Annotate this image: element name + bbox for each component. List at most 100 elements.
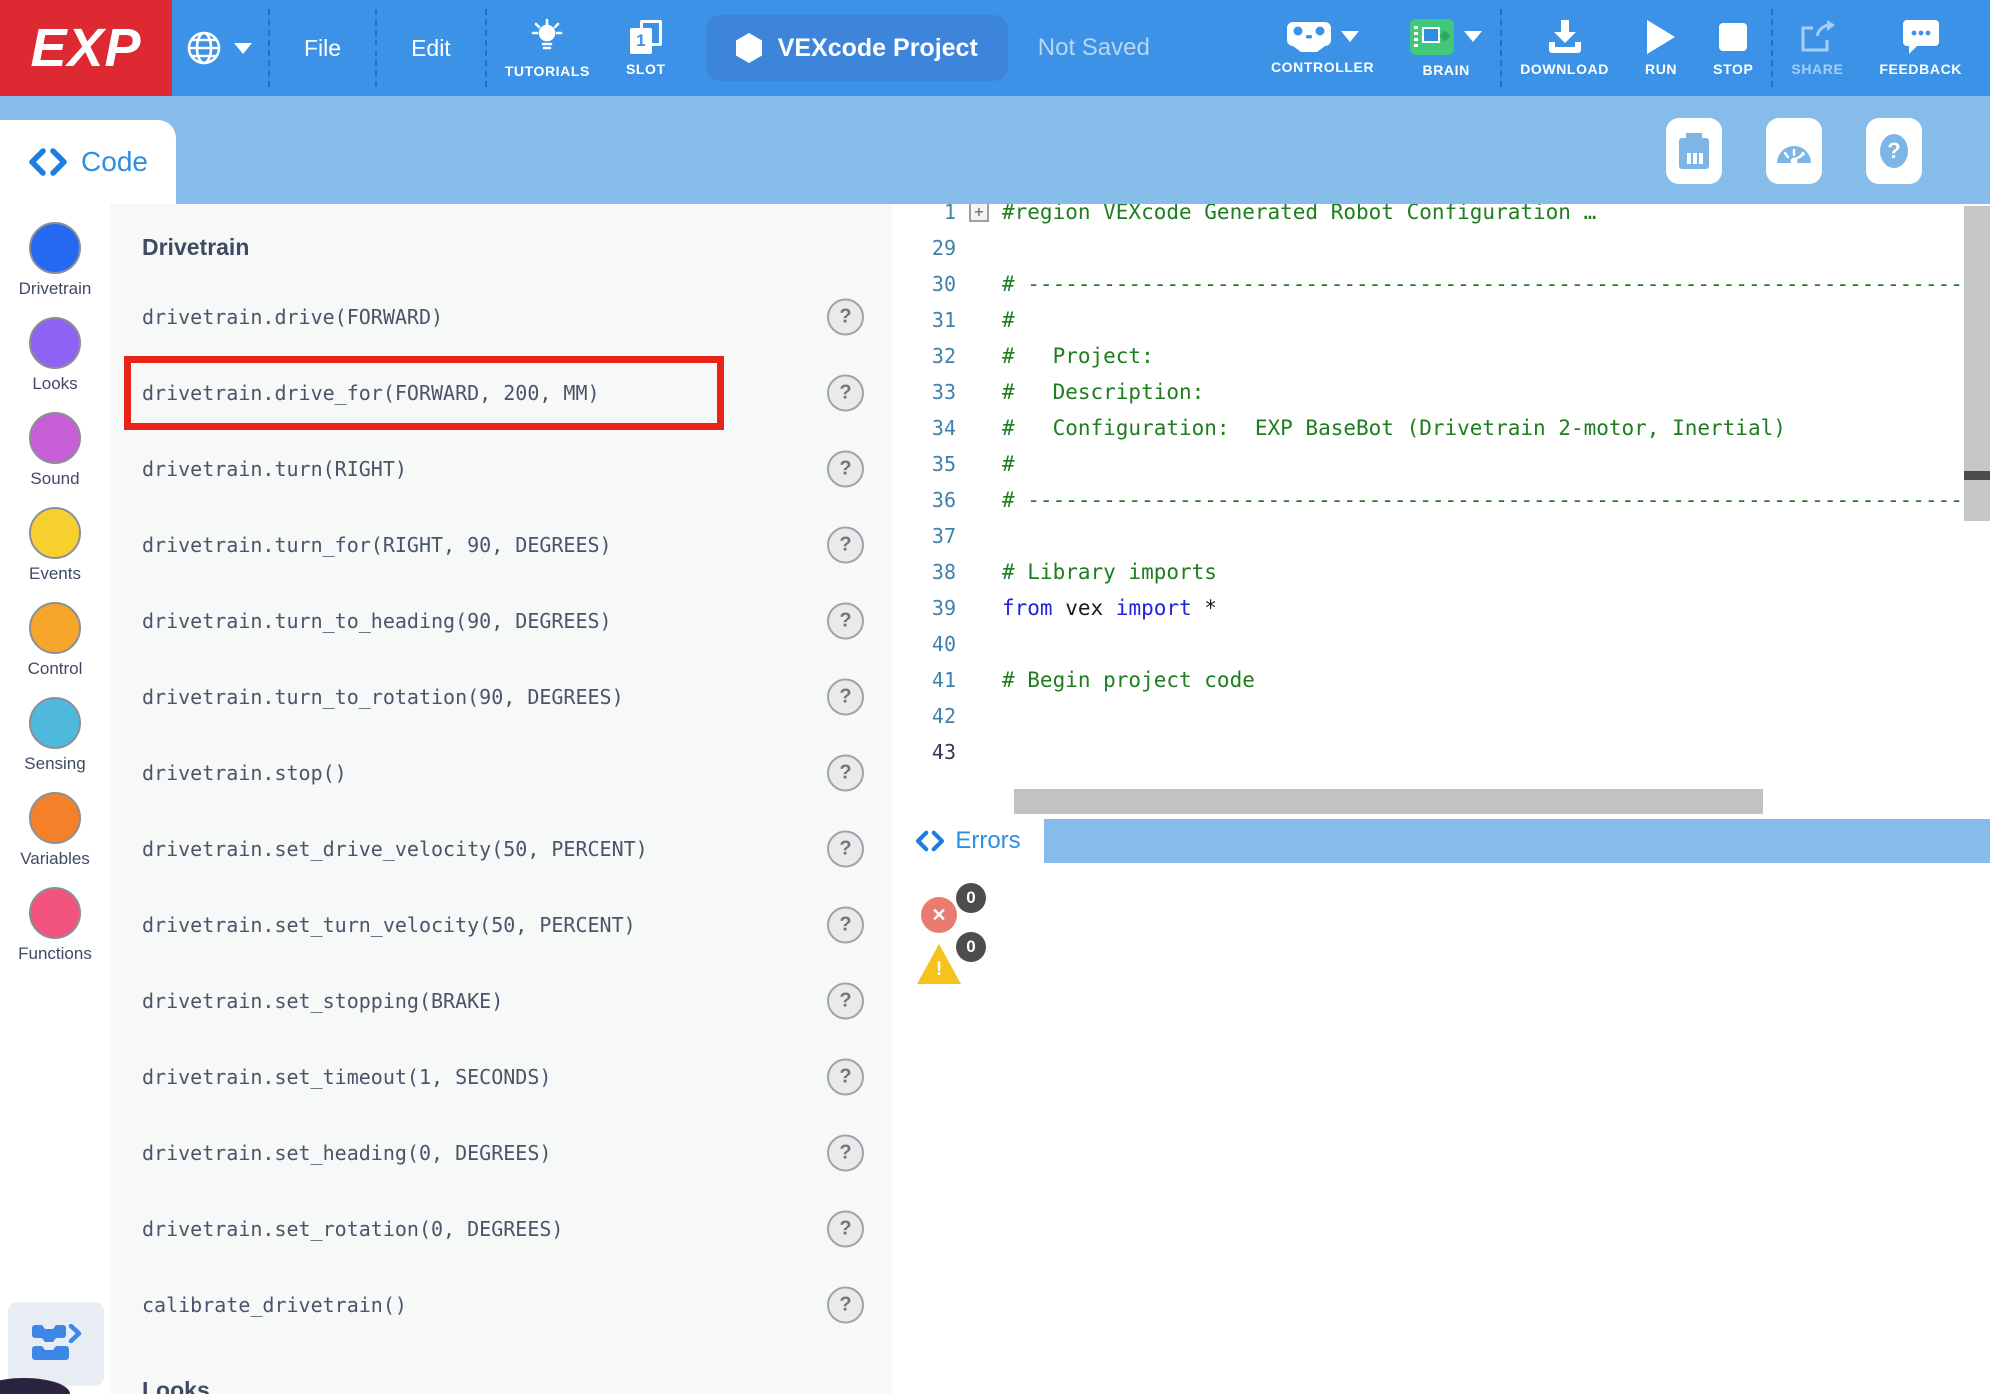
command-code[interactable]: calibrate_drivetrain() [142,1293,407,1317]
code-line[interactable]: 33 # Description: [892,374,1990,410]
category-circle[interactable] [29,887,81,939]
sidebar-item-sensing[interactable]: Sensing [24,697,85,774]
command-code[interactable]: drivetrain.turn(RIGHT) [142,457,407,481]
command-help-button[interactable]: ? [827,755,864,792]
vertical-scrollbar-thumb[interactable] [1964,471,1990,480]
command-help-button[interactable]: ? [827,679,864,716]
command-row[interactable]: drivetrain.set_heading(0, DEGREES) ? [110,1115,892,1191]
command-row[interactable]: drivetrain.turn_to_heading(90, DEGREES) … [110,583,892,659]
sidebar-item-functions[interactable]: Functions [18,887,92,964]
sidebar-item-looks[interactable]: Looks [29,317,81,394]
command-code[interactable]: drivetrain.drive(FORWARD) [142,305,443,329]
command-help-button[interactable]: ? [827,451,864,488]
horizontal-scrollbar[interactable] [1014,789,1763,814]
code-line[interactable]: 30 # -----------------------------------… [892,266,1990,302]
download-button[interactable]: DOWNLOAD [1502,0,1627,96]
category-circle[interactable] [29,222,81,274]
command-help-button[interactable]: ? [827,907,864,944]
category-circle[interactable] [29,697,81,749]
command-help-button[interactable]: ? [827,1211,864,1248]
code-editor[interactable]: 1 + #region VEXcode Generated Robot Conf… [892,204,1990,816]
command-code[interactable]: drivetrain.set_rotation(0, DEGREES) [142,1217,563,1241]
code-line[interactable]: 39 from vex import * [892,590,1990,626]
code-line[interactable]: 1 + #region VEXcode Generated Robot Conf… [892,204,1990,230]
category-circle[interactable] [29,317,81,369]
command-code[interactable]: drivetrain.drive_for(FORWARD, 200, MM) [142,381,600,405]
code-line[interactable]: 40 [892,626,1990,662]
command-help-button[interactable]: ? [827,527,864,564]
sidebar-item-control[interactable]: Control [28,602,83,679]
command-row[interactable]: drivetrain.set_stopping(BRAKE) ? [110,963,892,1039]
command-help-button[interactable]: ? [827,1059,864,1096]
command-row[interactable]: calibrate_drivetrain() ? [110,1267,892,1343]
tutorials-button[interactable]: TUTORIALS [487,0,608,96]
controller-button[interactable]: CONTROLLER [1253,0,1392,96]
command-code[interactable]: drivetrain.turn_for(RIGHT, 90, DEGREES) [142,533,612,557]
tab-errors[interactable]: Errors [892,819,1044,863]
command-row[interactable]: drivetrain.turn_for(RIGHT, 90, DEGREES) … [110,507,892,583]
command-help-button[interactable]: ? [827,375,864,412]
blocks-python-toggle-button[interactable] [8,1302,104,1386]
language-menu[interactable] [172,0,268,96]
code-line[interactable]: 32 # Project: [892,338,1990,374]
command-help-button[interactable]: ? [827,1135,864,1172]
stop-button[interactable]: STOP [1695,0,1771,96]
fold-icon[interactable]: + [969,204,989,222]
command-row[interactable]: drivetrain.stop() ? [110,735,892,811]
sidebar-item-events[interactable]: Events [29,507,81,584]
command-code[interactable]: drivetrain.set_drive_velocity(50, PERCEN… [142,837,648,861]
vertical-scrollbar[interactable] [1964,206,1990,521]
command-code[interactable]: drivetrain.stop() [142,761,347,785]
command-code[interactable]: drivetrain.set_stopping(BRAKE) [142,989,503,1013]
tab-code[interactable]: Code [0,120,176,204]
command-code[interactable]: drivetrain.set_heading(0, DEGREES) [142,1141,551,1165]
command-help-button[interactable]: ? [827,299,864,336]
edit-menu[interactable]: Edit [377,0,485,96]
code-line[interactable]: 35 # [892,446,1990,482]
run-button[interactable]: RUN [1627,0,1695,96]
code-line[interactable]: 38 # Library imports [892,554,1990,590]
slot-button[interactable]: 1 SLOT [608,0,684,96]
code-line[interactable]: 37 [892,518,1990,554]
category-circle[interactable] [29,507,81,559]
command-code[interactable]: drivetrain.turn_to_heading(90, DEGREES) [142,609,612,633]
share-button[interactable]: SHARE [1773,0,1861,96]
help-panel-button[interactable]: ? [1866,118,1922,184]
gutter-fold-slot [956,590,1002,626]
sidebar-item-variables[interactable]: Variables [20,792,90,869]
dashboard-gauge-button[interactable] [1766,118,1822,184]
command-row[interactable]: drivetrain.set_timeout(1, SECONDS) ? [110,1039,892,1115]
code-line[interactable]: 36 # -----------------------------------… [892,482,1990,518]
code-line[interactable]: 42 [892,698,1990,734]
command-help-button[interactable]: ? [827,983,864,1020]
command-help-button[interactable]: ? [827,831,864,868]
command-code[interactable]: drivetrain.set_timeout(1, SECONDS) [142,1065,551,1089]
command-code[interactable]: drivetrain.turn_to_rotation(90, DEGREES) [142,685,624,709]
sidebar-item-drivetrain[interactable]: Drivetrain [19,222,92,299]
file-menu[interactable]: File [270,0,375,96]
feedback-button[interactable]: FEEDBACK [1861,0,1980,96]
command-row[interactable]: drivetrain.turn(RIGHT) ? [110,431,892,507]
command-row[interactable]: drivetrain.turn_to_rotation(90, DEGREES)… [110,659,892,735]
code-line[interactable]: 43 [892,734,1990,770]
command-help-button[interactable]: ? [827,603,864,640]
command-row[interactable]: drivetrain.set_drive_velocity(50, PERCEN… [110,811,892,887]
code-line[interactable]: 31 # [892,302,1990,338]
command-row[interactable]: drivetrain.drive(FORWARD) ? [110,279,892,355]
category-circle[interactable] [29,602,81,654]
brain-button[interactable]: BRAIN [1392,0,1500,96]
code-line[interactable]: 34 # Configuration: EXP BaseBot (Drivetr… [892,410,1990,446]
sidebar-item-sound[interactable]: Sound [29,412,81,489]
device-info-button[interactable] [1666,118,1722,184]
command-row[interactable]: drivetrain.drive_for(FORWARD, 200, MM) ? [110,355,892,431]
project-name-button[interactable]: VEXcode Project [706,15,1008,81]
category-circle[interactable] [29,792,81,844]
command-row[interactable]: drivetrain.set_rotation(0, DEGREES) ? [110,1191,892,1267]
command-help-button[interactable]: ? [827,1287,864,1324]
command-code[interactable]: drivetrain.set_turn_velocity(50, PERCENT… [142,913,636,937]
category-circle[interactable] [29,412,81,464]
code-line[interactable]: 29 [892,230,1990,266]
workspace-header: Code [0,96,1990,204]
code-line[interactable]: 41 # Begin project code [892,662,1990,698]
command-row[interactable]: drivetrain.set_turn_velocity(50, PERCENT… [110,887,892,963]
